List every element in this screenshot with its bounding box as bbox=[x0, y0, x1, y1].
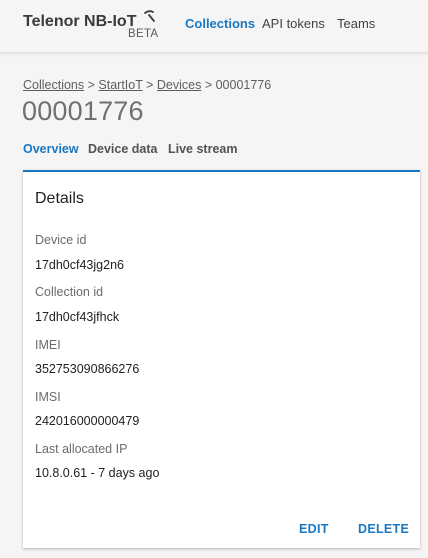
page-title: 00001776 bbox=[22, 96, 144, 126]
nav-teams[interactable]: Teams bbox=[337, 16, 375, 31]
delete-button[interactable]: DELETE bbox=[358, 522, 409, 536]
details-title: Details bbox=[35, 190, 84, 207]
field-label-collection-id: Collection id bbox=[35, 285, 104, 299]
tab-device-data[interactable]: Device data bbox=[88, 142, 157, 156]
app-header: Telenor NB-IoT BETA Collections API toke… bbox=[0, 0, 428, 53]
breadcrumb-separator: > bbox=[201, 78, 216, 92]
field-value-last-ip: 10.8.0.61 - 7 days ago bbox=[35, 466, 160, 480]
field-label-last-ip: Last allocated IP bbox=[35, 442, 128, 456]
field-label-imei: IMEI bbox=[35, 338, 61, 352]
field-label-imsi: IMSI bbox=[35, 390, 61, 404]
nav-api-tokens[interactable]: API tokens bbox=[262, 16, 325, 31]
field-value-collection-id: 17dh0cf43jfhck bbox=[35, 310, 120, 324]
field-value-device-id: 17dh0cf43jg2n6 bbox=[35, 258, 124, 272]
field-value-imsi: 242016000000479 bbox=[35, 414, 140, 428]
tab-overview[interactable]: Overview bbox=[23, 142, 79, 156]
breadcrumb-collection[interactable]: StartIoT bbox=[98, 78, 142, 92]
breadcrumb-current: 00001776 bbox=[215, 78, 272, 92]
breadcrumb-separator: > bbox=[142, 78, 157, 92]
breadcrumb-separator: > bbox=[84, 78, 99, 92]
field-label-device-id: Device id bbox=[35, 233, 87, 247]
breadcrumb-collections[interactable]: Collections bbox=[23, 78, 84, 92]
nav-collections[interactable]: Collections bbox=[185, 16, 255, 31]
beta-badge: BETA bbox=[128, 28, 159, 40]
breadcrumb: Collections > StartIoT > Devices > 00001… bbox=[23, 78, 271, 92]
edit-button[interactable]: EDIT bbox=[299, 522, 329, 536]
brand-name[interactable]: Telenor NB-IoT bbox=[23, 13, 136, 31]
telenor-logo-icon bbox=[144, 10, 155, 22]
breadcrumb-devices[interactable]: Devices bbox=[157, 78, 201, 92]
details-card: Details Device id 17dh0cf43jg2n6 Collect… bbox=[23, 170, 420, 548]
field-value-imei: 352753090866276 bbox=[35, 362, 140, 376]
tab-live-stream[interactable]: Live stream bbox=[168, 142, 237, 156]
